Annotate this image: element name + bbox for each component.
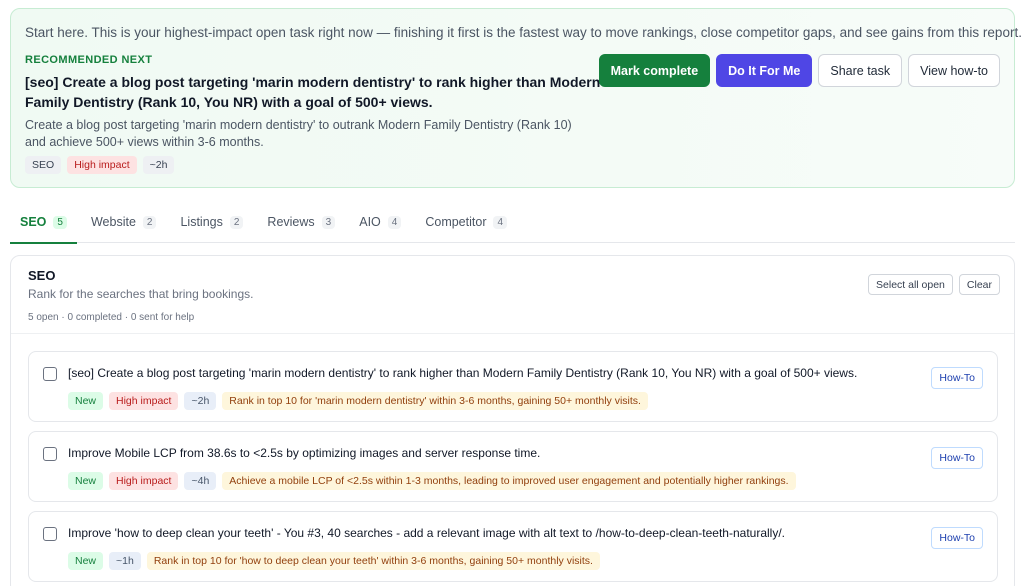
recommended-next-label: RECOMMENDED NEXT <box>25 54 153 66</box>
task-title: Improve Mobile LCP from 38.6s to <2.5s b… <box>68 446 541 460</box>
tab-label: Website <box>90 215 136 229</box>
task-title: Improve 'how to deep clean your teeth' -… <box>68 526 785 540</box>
tab-label: Competitor <box>425 215 487 229</box>
panel-header: SEO Rank for the searches that bring boo… <box>11 256 1014 334</box>
mark-complete-button[interactable]: Mark complete <box>598 54 711 87</box>
tab-label: Listings <box>180 215 223 229</box>
share-task-button[interactable]: Share task <box>818 54 903 87</box>
recommended-task-description: Create a blog post targeting 'marin mode… <box>25 118 572 149</box>
recommended-task-tags: SEO High impact ~2h <box>25 156 175 174</box>
bulk-actions: Select all open Clear <box>868 274 1000 295</box>
task-row: Improve 'how to deep clean your teeth' -… <box>28 511 998 582</box>
seo-task-panel: SEO Rank for the searches that bring boo… <box>10 255 1015 586</box>
time-estimate-tag: ~2h <box>184 392 217 410</box>
task-checkbox[interactable] <box>43 367 57 381</box>
howto-button[interactable]: How-To <box>931 447 983 469</box>
task-title: [seo] Create a blog post targeting 'mari… <box>68 366 858 380</box>
section-title: SEO <box>28 268 56 283</box>
tab-count-badge: 4 <box>493 216 508 229</box>
goal-tag: Achieve a mobile LCP of <2.5s within 1-3… <box>222 472 796 490</box>
howto-button[interactable]: How-To <box>931 367 983 389</box>
recommended-task-title: [seo] Create a blog post targeting 'mari… <box>25 74 601 110</box>
recommended-task-actions: Mark complete Do It For Me Share task Vi… <box>598 54 1000 87</box>
tab-aio[interactable]: AIO 4 <box>349 210 411 243</box>
task-row: Improve Mobile LCP from 38.6s to <2.5s b… <box>28 431 998 502</box>
task-tags: New High impact ~2h Rank in top 10 for '… <box>68 392 648 410</box>
clear-selection-button[interactable]: Clear <box>958 274 1000 295</box>
tab-label: Reviews <box>267 215 315 229</box>
tab-count-badge: 2 <box>142 216 157 229</box>
status-badge: New <box>68 552 104 570</box>
tab-count-badge: 4 <box>387 216 402 229</box>
goal-tag: Rank in top 10 for 'how to deep clean yo… <box>146 552 600 570</box>
tab-listings[interactable]: Listings 2 <box>170 210 253 243</box>
time-estimate-tag: ~2h <box>142 156 175 174</box>
tab-website[interactable]: Website 2 <box>81 210 167 243</box>
impact-tag: High impact <box>67 156 137 174</box>
tab-reviews[interactable]: Reviews 3 <box>257 210 345 243</box>
tab-count-badge: 2 <box>229 216 244 229</box>
task-row: [seo] Create a blog post targeting 'mari… <box>28 351 998 422</box>
time-estimate-tag: ~4h <box>184 472 217 490</box>
time-estimate-tag: ~1h <box>109 552 141 570</box>
section-task-stats: 5 open · 0 completed · 0 sent for help <box>28 312 195 323</box>
tab-count-badge: 5 <box>53 216 67 229</box>
goal-tag: Rank in top 10 for 'marin modern dentist… <box>222 392 648 410</box>
tab-label: SEO <box>20 215 47 229</box>
task-checkbox[interactable] <box>43 447 57 461</box>
category-tag: SEO <box>25 156 62 174</box>
view-howto-button[interactable]: View how-to <box>908 54 1000 87</box>
category-tabs: SEO 5 Website 2 Listings 2 Reviews 3 AIO… <box>10 210 1015 244</box>
impact-tag: High impact <box>109 472 179 490</box>
status-badge: New <box>68 472 104 490</box>
do-it-for-me-button[interactable]: Do It For Me <box>716 54 813 87</box>
task-checkbox[interactable] <box>43 527 57 541</box>
recommended-task-card: Start here. This is your highest-impact … <box>10 8 1022 188</box>
hero-intro-text: Start here. This is your highest-impact … <box>25 25 1022 40</box>
howto-button[interactable]: How-To <box>931 527 983 549</box>
task-tags: New High impact ~4h Achieve a mobile LCP… <box>68 472 796 490</box>
tab-count-badge: 3 <box>321 216 336 229</box>
tab-label: AIO <box>359 215 381 229</box>
tab-competitor[interactable]: Competitor 4 <box>415 210 517 243</box>
section-subtitle: Rank for the searches that bring booking… <box>28 287 254 301</box>
impact-tag: High impact <box>109 392 179 410</box>
tab-seo[interactable]: SEO 5 <box>10 210 77 244</box>
task-tags: New ~1h Rank in top 10 for 'how to deep … <box>68 552 600 570</box>
status-badge: New <box>68 392 104 410</box>
select-all-open-button[interactable]: Select all open <box>868 274 953 295</box>
